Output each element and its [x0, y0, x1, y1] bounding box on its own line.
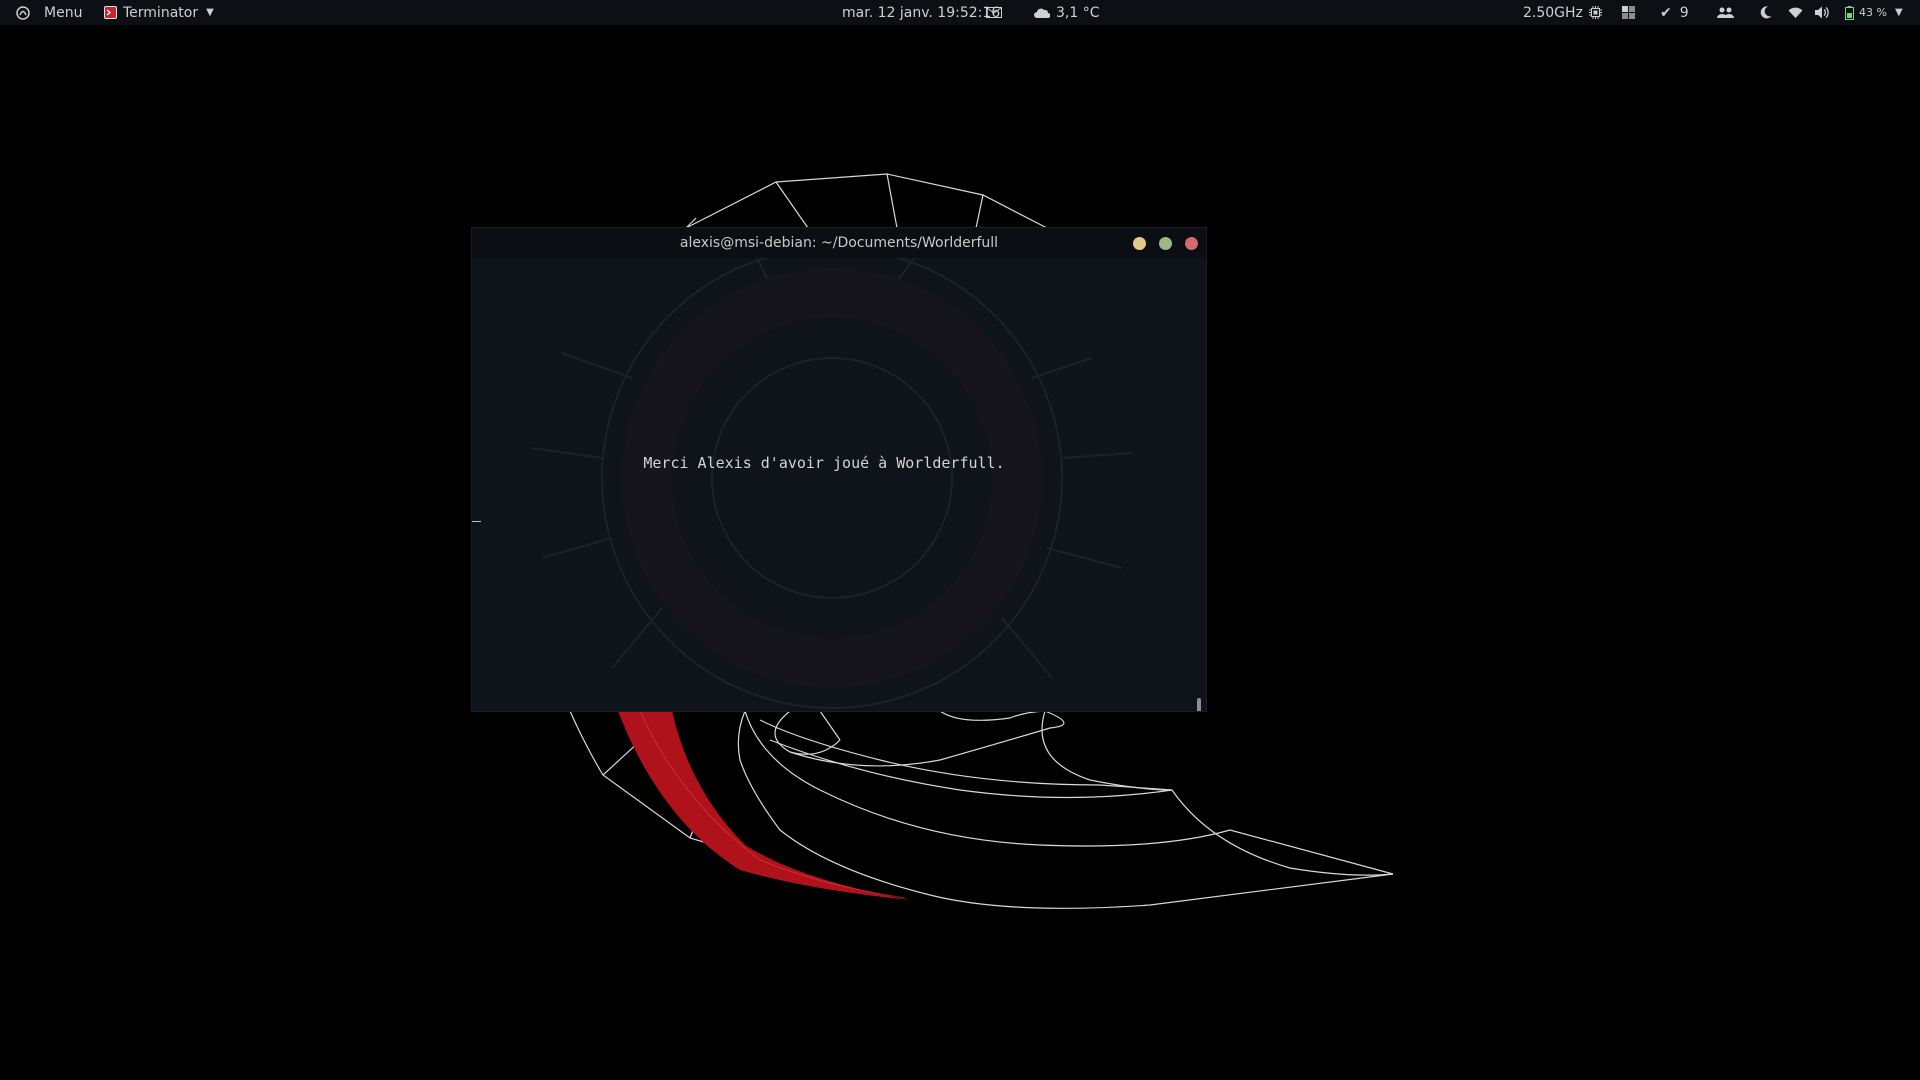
battery-indicator[interactable]: 43 % ▼ [1845, 0, 1903, 25]
cpu-freq-text: 2.50GHz [1523, 4, 1583, 21]
window-title: alexis@msi-debian: ~/Documents/Worlderfu… [679, 235, 999, 251]
clock[interactable]: mar. 12 janv. 19:52:16 [842, 0, 1000, 25]
weather-icon [1034, 7, 1050, 19]
minimize-button[interactable] [1133, 237, 1146, 250]
menu-button[interactable]: Menu [44, 0, 82, 25]
terminator-icon [104, 6, 117, 19]
moon-icon[interactable] [1760, 0, 1772, 25]
close-button[interactable] [1185, 237, 1198, 250]
terminal-output: Merci Alexis d'avoir joué à Worlderfull. [643, 454, 1005, 472]
top-panel: Menu Terminator ▼ mar. 12 janv. 19:52:16… [0, 0, 1920, 25]
cpu-icon [1588, 6, 1602, 19]
battery-icon [1845, 5, 1854, 20]
people-icon[interactable] [1717, 0, 1734, 25]
red-swoosh [618, 711, 910, 900]
battery-percent: 43 % [1859, 6, 1887, 19]
volume-icon[interactable] [1815, 0, 1831, 25]
weather[interactable]: 3,1 °C [1034, 0, 1100, 25]
check-icon: ✔ [1660, 4, 1672, 21]
chevron-down-icon: ▼ [1894, 7, 1903, 18]
weather-temp: 3,1 °C [1056, 4, 1100, 21]
app-menu[interactable]: Terminator ▼ [104, 0, 214, 25]
wifi-icon[interactable] [1788, 0, 1803, 25]
terminal-titlebar[interactable]: alexis@msi-debian: ~/Documents/Worlderfu… [472, 228, 1206, 258]
menu-label: Menu [44, 4, 83, 21]
terminal-content[interactable]: Merci Alexis d'avoir joué à Worlderfull. [472, 258, 1206, 711]
menu-icon[interactable] [16, 0, 30, 25]
workspace-icon[interactable] [1622, 0, 1635, 25]
chevron-down-icon: ▼ [206, 7, 214, 18]
cpu-frequency[interactable]: 2.50GHz [1523, 0, 1602, 25]
clock-text: mar. 12 janv. 19:52:16 [842, 4, 1001, 21]
mail-icon[interactable] [986, 0, 1002, 25]
tasks-indicator[interactable]: ✔ 9 [1660, 0, 1689, 25]
app-name: Terminator [123, 4, 199, 21]
tasks-count: 9 [1679, 4, 1689, 21]
dragon-watermark [531, 258, 1133, 709]
maximize-button[interactable] [1159, 237, 1172, 250]
text-cursor [472, 521, 481, 522]
terminal-window[interactable]: alexis@msi-debian: ~/Documents/Worlderfu… [472, 228, 1206, 711]
scrollbar[interactable] [1197, 698, 1201, 711]
